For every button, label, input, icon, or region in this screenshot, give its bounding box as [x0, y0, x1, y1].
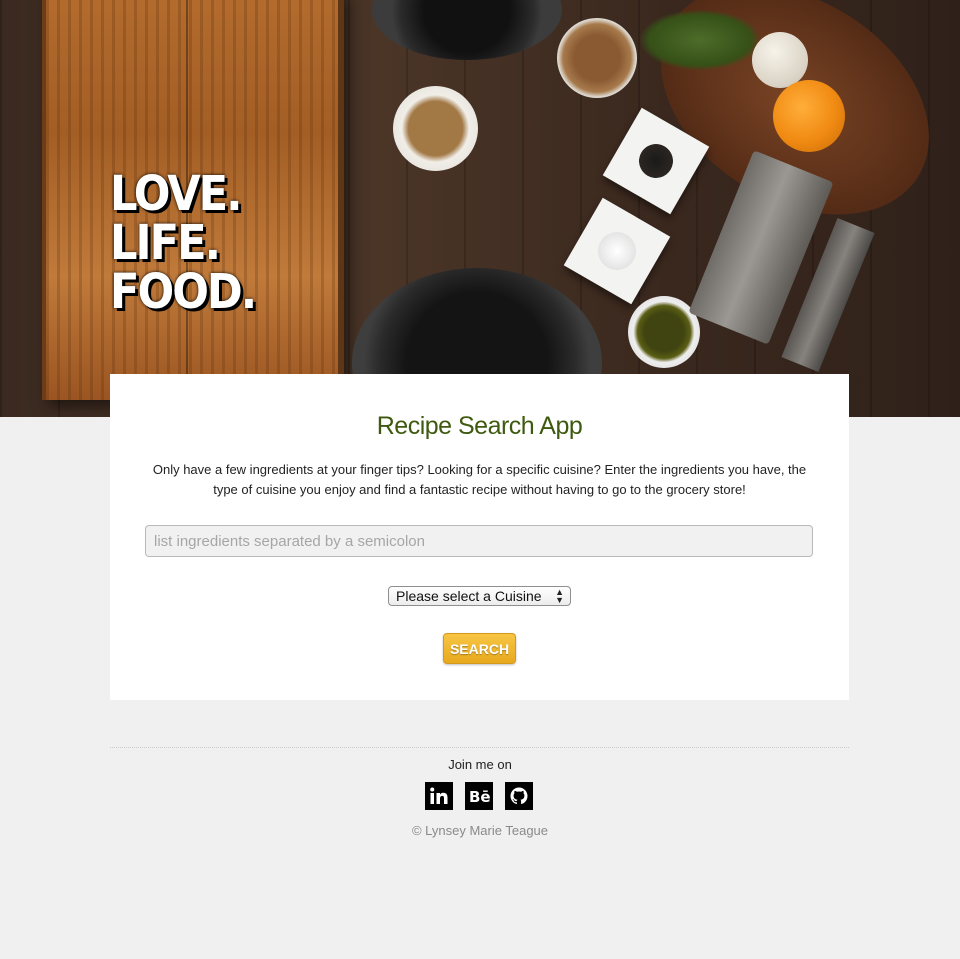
page-title: Recipe Search App	[376, 412, 583, 440]
github-link[interactable]	[505, 782, 533, 810]
herbs	[640, 10, 760, 70]
tagline-line: LOVE.	[110, 166, 243, 222]
sugar-bowl	[393, 86, 478, 171]
cast-iron-pan	[372, 0, 562, 60]
tagline-line: LIFE.	[110, 215, 221, 271]
social-links: Bē	[425, 782, 533, 810]
app-description: Only have a few ingredients at your fing…	[152, 462, 807, 497]
spice-jar	[557, 18, 637, 98]
tagline-line: FOOD.	[110, 264, 257, 320]
join-me-text: Join me on	[448, 757, 512, 772]
copyright-text: © Lynsey Marie Teague	[411, 823, 549, 838]
behance-link[interactable]: Bē	[465, 782, 493, 810]
footer-divider	[110, 747, 849, 748]
search-button[interactable]: SEARCH	[443, 633, 516, 664]
oil-bowl	[628, 296, 700, 368]
select-arrows-icon: ▲ ▼	[555, 587, 564, 605]
github-icon	[509, 786, 529, 806]
search-card: Recipe Search App Only have a few ingred…	[110, 374, 849, 700]
behance-icon: Bē	[468, 786, 490, 806]
linkedin-icon	[429, 786, 449, 806]
svg-text:Bē: Bē	[469, 788, 490, 806]
cuisine-select[interactable]: Please select a Cuisine ▲ ▼	[388, 586, 571, 606]
ingredients-input[interactable]	[145, 525, 813, 557]
orange	[773, 80, 845, 152]
linkedin-link[interactable]	[425, 782, 453, 810]
garlic	[752, 32, 808, 88]
salt-dish	[563, 197, 671, 305]
hero-tagline: LOVE. LIFE. FOOD.	[110, 166, 257, 320]
hero-image: LOVE. LIFE. FOOD.	[0, 0, 960, 417]
cuisine-select-value: Please select a Cuisine	[396, 588, 542, 604]
